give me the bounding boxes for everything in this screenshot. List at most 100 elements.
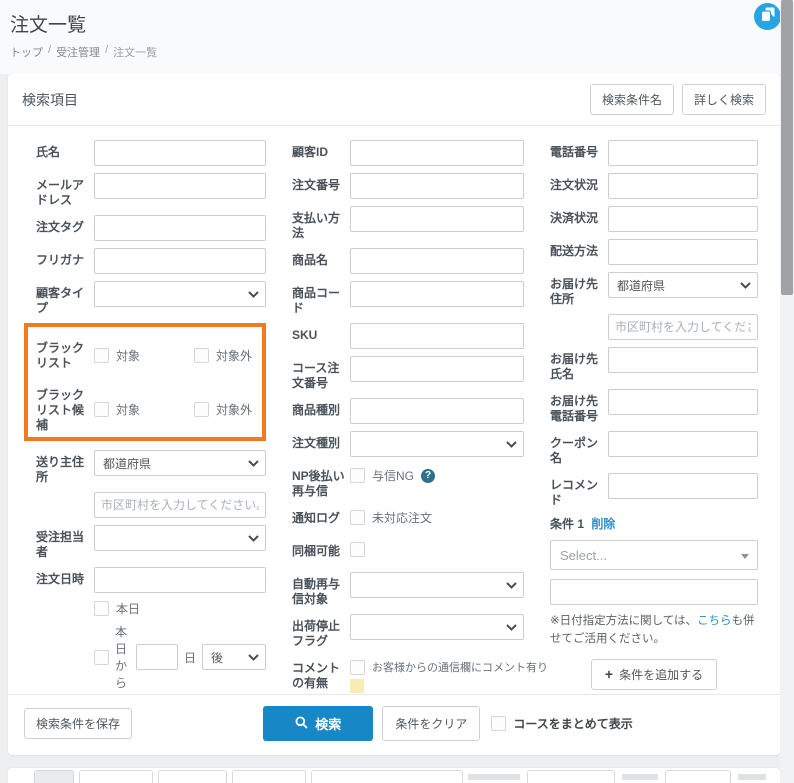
order-staff-label: 受注担当者 bbox=[36, 530, 85, 559]
breadcrumb-order-management[interactable]: 受注管理 bbox=[56, 44, 100, 60]
order-status-input[interactable] bbox=[608, 173, 758, 199]
blacklist-candidate-target-label: 対象 bbox=[116, 403, 141, 417]
page-scrollbar[interactable] bbox=[780, 0, 794, 783]
shipping-prefecture-select[interactable]: 都道府県 bbox=[608, 272, 758, 298]
product-code-label: 商品コード bbox=[292, 286, 341, 315]
shipping-name-input[interactable] bbox=[608, 347, 758, 373]
copy-page-button[interactable] bbox=[754, 3, 781, 30]
order-datetime-from-input[interactable] bbox=[94, 567, 266, 593]
blacklist-candidate-not-target-checkbox[interactable] bbox=[193, 402, 209, 417]
condition-field-select[interactable]: Select... bbox=[550, 540, 758, 570]
has-comment-checkbox[interactable] bbox=[350, 659, 365, 675]
clear-conditions-button[interactable]: 条件をクリア bbox=[382, 706, 481, 741]
datetime-from-offset-checkbox[interactable] bbox=[94, 649, 109, 665]
breadcrumb: トップ / 受注管理 / 注文一覧 bbox=[10, 44, 754, 60]
condition-select-placeholder: Select... bbox=[560, 547, 607, 563]
breadcrumb-separator: / bbox=[48, 44, 52, 56]
cutoff-toolbar-button[interactable] bbox=[232, 770, 307, 783]
email-input[interactable] bbox=[94, 173, 266, 199]
search-button[interactable]: 検索 bbox=[263, 706, 374, 741]
cutoff-toolbar-button[interactable] bbox=[34, 770, 74, 783]
cutoff-select[interactable] bbox=[527, 770, 616, 783]
cutoff-select[interactable] bbox=[665, 770, 732, 783]
blacklist-not-target-checkbox[interactable] bbox=[193, 347, 209, 363]
breadcrumb-separator: / bbox=[105, 44, 109, 56]
shipping-stop-flag-select[interactable] bbox=[350, 614, 524, 640]
payment-method-input[interactable] bbox=[350, 206, 524, 232]
blacklist-candidate-target-checkbox[interactable] bbox=[94, 402, 109, 417]
cutoff-toolbar-button[interactable] bbox=[158, 770, 228, 783]
coupon-name-label: クーポン名 bbox=[550, 436, 599, 465]
blacklist-target-label: 対象 bbox=[116, 348, 141, 363]
days-unit-label: 日 bbox=[183, 650, 196, 665]
scrollbar-thumb[interactable] bbox=[781, 0, 793, 295]
order-number-input[interactable] bbox=[350, 173, 524, 199]
datetime-from-offset-label: 本日から bbox=[115, 625, 128, 690]
product-type-input[interactable] bbox=[350, 398, 524, 424]
coupon-name-input[interactable] bbox=[608, 431, 758, 457]
shipping-city-input[interactable] bbox=[608, 314, 758, 340]
recommend-input[interactable] bbox=[608, 473, 758, 499]
delivery-method-label: 配送方法 bbox=[550, 244, 599, 258]
caret-down-icon bbox=[741, 554, 749, 559]
help-icon[interactable]: ? bbox=[421, 468, 436, 483]
date-note: ※日付指定方法に関しては、こちらも併せてご活用ください。 bbox=[550, 613, 758, 649]
order-datetime-label: 注文日時 bbox=[36, 572, 85, 586]
phone-label: 電話番号 bbox=[550, 145, 599, 159]
save-search-condition-button[interactable]: 検索条件を保存 bbox=[24, 708, 133, 739]
comment-color-swatch bbox=[350, 679, 364, 693]
course-grouped-checkbox[interactable] bbox=[491, 716, 507, 731]
furigana-input[interactable] bbox=[94, 248, 266, 274]
datetime-from-offset-days-input[interactable] bbox=[135, 644, 178, 670]
search-panel-header: 検索項目 検索条件名 詳しく検索 bbox=[8, 74, 780, 126]
blacklist-target-checkbox[interactable] bbox=[94, 347, 109, 363]
shipping-phone-input[interactable] bbox=[608, 389, 758, 415]
datetime-from-direction-select[interactable]: 後 bbox=[202, 644, 266, 670]
customer-type-label: 顧客タイプ bbox=[36, 286, 85, 315]
breadcrumb-top[interactable]: トップ bbox=[10, 44, 43, 60]
sku-label: SKU bbox=[292, 328, 318, 342]
cutoff-toolbar-button[interactable] bbox=[78, 770, 154, 783]
customer-id-input[interactable] bbox=[350, 140, 524, 166]
product-code-input[interactable] bbox=[350, 281, 524, 307]
credit-ng-checkbox[interactable] bbox=[350, 468, 365, 483]
search-panel: 検索項目 検索条件名 詳しく検索 氏名 メールアドレス 注文タグ フリガナ 顧客… bbox=[8, 74, 780, 755]
sku-input[interactable] bbox=[350, 323, 524, 349]
phone-input[interactable] bbox=[608, 140, 758, 166]
add-condition-button[interactable]: + 条件を追加する bbox=[590, 658, 718, 690]
condition-1-header: 条件 1 削除 bbox=[550, 515, 758, 532]
course-grouped-label: コースをまとめて表示 bbox=[513, 717, 633, 731]
recommend-label: レコメンド bbox=[550, 478, 599, 507]
order-list-panel-cutoff bbox=[8, 768, 780, 783]
can-bundle-checkbox[interactable] bbox=[350, 542, 365, 557]
order-tag-input[interactable] bbox=[94, 215, 266, 241]
page-title: 注文一覧 bbox=[10, 15, 87, 36]
order-type-select[interactable] bbox=[350, 431, 524, 457]
cutoff-toolbar-button[interactable] bbox=[311, 770, 464, 783]
cutoff-text bbox=[738, 774, 767, 780]
sender-prefecture-select[interactable]: 都道府県 bbox=[94, 450, 266, 476]
product-name-input[interactable] bbox=[350, 248, 524, 274]
chevron-down-icon bbox=[506, 582, 517, 589]
search-condition-name-button[interactable]: 検索条件名 bbox=[589, 84, 674, 115]
auto-recredit-select[interactable] bbox=[350, 572, 524, 598]
datetime-from-direction-value: 後 bbox=[211, 650, 224, 665]
order-staff-select[interactable] bbox=[94, 525, 266, 551]
date-note-link[interactable]: こちら bbox=[697, 615, 732, 627]
copy-icon bbox=[760, 7, 775, 27]
unhandled-order-checkbox[interactable] bbox=[350, 510, 365, 525]
breadcrumb-current: 注文一覧 bbox=[113, 47, 158, 59]
payment-status-input[interactable] bbox=[608, 206, 758, 232]
datetime-from-today-checkbox[interactable] bbox=[94, 600, 109, 616]
condition-value-input[interactable] bbox=[550, 579, 758, 605]
delivery-method-input[interactable] bbox=[608, 239, 758, 265]
condition-delete-link[interactable]: 削除 bbox=[591, 517, 615, 531]
customer-type-select[interactable] bbox=[94, 281, 266, 307]
name-input[interactable] bbox=[94, 140, 266, 166]
payment-status-label: 決済状況 bbox=[550, 211, 599, 225]
course-order-number-input[interactable] bbox=[350, 356, 524, 382]
detailed-search-button[interactable]: 詳しく検索 bbox=[681, 84, 766, 115]
sender-city-input[interactable] bbox=[94, 492, 266, 518]
page-header: 注文一覧 トップ / 受注管理 / 注文一覧 bbox=[0, 0, 794, 74]
can-bundle-label: 同梱可能 bbox=[292, 544, 341, 558]
